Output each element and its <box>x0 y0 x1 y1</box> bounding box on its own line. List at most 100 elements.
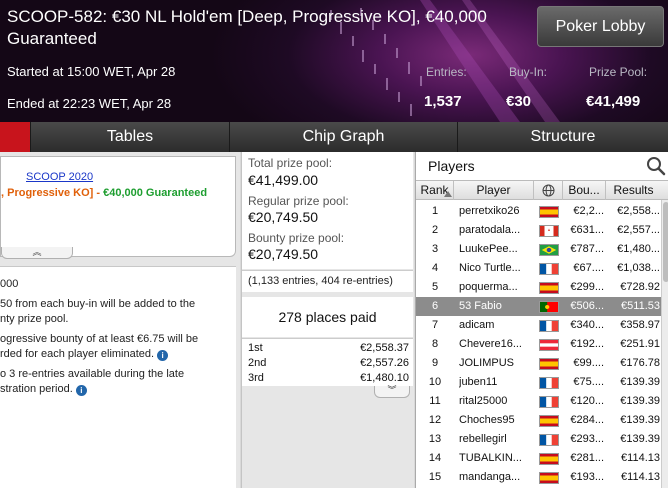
collapse-info-button[interactable]: ︽ <box>1 247 73 259</box>
player-row[interactable]: 3 LuukePee... €787... €1,480... <box>416 240 668 259</box>
bounty-prize-label: Bounty prize pool: <box>248 231 345 245</box>
players-title: Players <box>428 158 475 174</box>
sort-arrow-icon <box>444 191 452 197</box>
player-rank: 10 <box>428 376 442 388</box>
player-name: mandanga... <box>459 471 521 483</box>
player-result: €358.97 <box>620 319 660 331</box>
player-result: €139.39 <box>620 376 660 388</box>
end-time: Ended at 22:23 WET, Apr 28 <box>7 96 172 111</box>
player-rank: 7 <box>431 319 439 331</box>
payout-row: 3rd €1,480.10 <box>248 370 409 386</box>
tournament-lobby-window: SCOOP-582: €30 NL Hold'em [Deep, Progres… <box>0 0 668 488</box>
player-result: €2,558... <box>617 205 660 217</box>
regular-prize-value: €20,749.50 <box>248 209 319 225</box>
country-flag-icon <box>539 301 559 313</box>
player-result: €139.39 <box>620 433 660 445</box>
player-result: €511.53 <box>621 300 660 312</box>
rule-line: nty prize pool. <box>0 313 69 325</box>
payout-place: 2nd <box>248 357 267 369</box>
player-row[interactable]: 9 JOLIMPUS €99.... €176.78 <box>416 354 668 373</box>
player-name: adicam <box>459 319 495 331</box>
scrollbar-thumb[interactable] <box>663 202 668 282</box>
player-result: €139.39 <box>620 395 660 407</box>
country-flag-icon <box>539 244 559 256</box>
country-flag-icon <box>539 206 559 218</box>
player-rank: 1 <box>431 205 439 217</box>
col-player[interactable]: Player <box>454 181 534 200</box>
player-row[interactable]: 11 rital25000 €120... €139.39 <box>416 392 668 411</box>
player-row[interactable]: 4 Nico Turtle... €67.... €1,038... <box>416 259 668 278</box>
player-result: €1,480... <box>617 243 660 255</box>
tournament-name-part: , Progressive KO] - <box>1 187 104 199</box>
col-bounty[interactable]: Bou... <box>563 181 606 200</box>
player-bounty: €193... <box>570 471 604 483</box>
player-bounty: €281... <box>570 452 604 464</box>
buyin-value: €30 <box>506 93 532 110</box>
payout-row: 1st €2,558.37 <box>248 340 409 356</box>
poker-lobby-button[interactable]: Poker Lobby <box>537 6 664 47</box>
player-result: €176.78 <box>620 357 660 369</box>
search-icon[interactable] <box>646 156 666 176</box>
player-bounty: €299... <box>570 281 604 293</box>
player-row[interactable]: 6 53 Fabio €506... €511.53 <box>416 297 668 316</box>
players-scrollbar[interactable] <box>661 200 668 488</box>
tournament-title: SCOOP-582: €30 NL Hold'em [Deep, Progres… <box>7 7 487 48</box>
tab-structure[interactable]: Structure <box>457 122 668 152</box>
country-flag-icon <box>539 282 559 294</box>
info-icon[interactable]: i <box>157 350 169 361</box>
player-row[interactable]: 15 mandanga... €193... €114.13 <box>416 468 668 487</box>
player-bounty: €787... <box>570 243 604 255</box>
player-row[interactable]: 5 poquerma... €299... €728.92 <box>416 278 668 297</box>
tab-chip-graph[interactable]: Chip Graph <box>229 122 457 152</box>
buyin-label: Buy-In: <box>509 65 548 79</box>
player-result: €1,038... <box>617 262 660 274</box>
player-row[interactable]: 1 perretxiko26 €2,2... €2,558... <box>416 202 668 221</box>
country-flag-icon <box>539 263 559 275</box>
tournament-name: , Progressive KO] - €40,000 Guaranteed <box>1 187 207 199</box>
country-flag-icon <box>539 472 559 484</box>
rule-line: 000 <box>0 278 19 290</box>
entries-value: 1,537 <box>424 93 462 110</box>
col-results[interactable]: Results <box>606 181 661 200</box>
col-country[interactable] <box>534 181 563 200</box>
rule-text: stration period. <box>0 383 73 395</box>
rule-text: rded for each player eliminated. <box>0 348 155 360</box>
player-rank: 11 <box>429 395 441 407</box>
player-row[interactable]: 2 paratodala... €631... €2,557... <box>416 221 668 240</box>
expand-payouts-button[interactable]: ︾ <box>374 386 410 398</box>
player-bounty: €506... <box>570 300 604 312</box>
player-bounty: €192... <box>570 338 604 350</box>
players-panel: Players Rank Player Bou... Results 1 perr… <box>415 152 668 488</box>
player-name: rebellegirl <box>459 433 507 445</box>
country-flag-icon <box>539 377 559 389</box>
player-row[interactable]: 8 Chevere16... €192... €251.91 <box>416 335 668 354</box>
player-row[interactable]: 12 Choches95 €284... €139.39 <box>416 411 668 430</box>
player-name: 53 Fabio <box>459 300 502 312</box>
tab-info[interactable] <box>0 122 30 152</box>
player-result: €728.92 <box>620 281 660 293</box>
player-result: €2,557... <box>617 224 660 236</box>
total-prize-label: Total prize pool: <box>248 156 333 170</box>
tournament-rules: 000 50 from each buy-in will be added to… <box>0 266 236 488</box>
player-row[interactable]: 10 juben11 €75.... €139.39 <box>416 373 668 392</box>
player-bounty: €75.... <box>573 376 604 388</box>
info-icon[interactable]: i <box>75 385 87 396</box>
country-flag-icon <box>539 396 559 408</box>
player-row[interactable]: 7 adicam €340... €358.97 <box>416 316 668 335</box>
player-bounty: €340... <box>570 319 604 331</box>
player-name: perretxiko26 <box>459 205 520 217</box>
series-link[interactable]: SCOOP 2020 <box>26 171 93 183</box>
prizepool-label: Prize Pool: <box>589 65 648 79</box>
payout-list: 1st €2,558.37 2nd €2,557.26 3rd €1,480.10 <box>242 338 413 386</box>
player-rank: 12 <box>428 414 442 426</box>
player-result: €114.13 <box>621 452 660 464</box>
tab-tables[interactable]: Tables <box>30 122 229 152</box>
player-row[interactable]: 13 rebellegirl €293... €139.39 <box>416 430 668 449</box>
player-row[interactable]: 14 TUBALKIN... €281... €114.13 <box>416 449 668 468</box>
tournament-header: SCOOP-582: €30 NL Hold'em [Deep, Progres… <box>0 0 668 122</box>
player-result: €114.13 <box>621 471 660 483</box>
guarantee-text: €40,000 Guaranteed <box>103 187 208 199</box>
rule-line: stration period. i <box>0 382 87 397</box>
payout-amount: €2,557.26 <box>360 357 409 369</box>
country-flag-icon <box>539 225 559 237</box>
